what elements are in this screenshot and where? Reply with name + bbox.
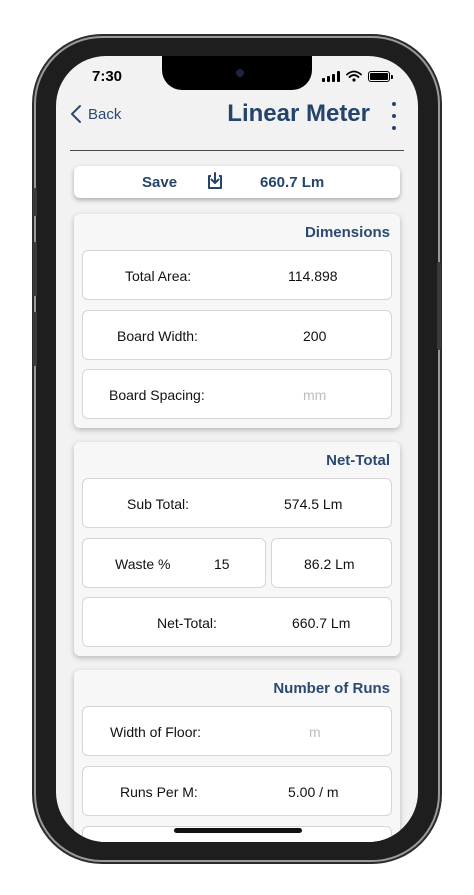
sub-total-field[interactable]: Sub Total: 574.5 Lm	[82, 478, 392, 528]
battery-icon	[368, 70, 393, 82]
camera-dot	[236, 69, 244, 77]
total-area-value: 114.898	[288, 268, 338, 284]
back-label: Back	[88, 105, 122, 123]
silent-switch	[33, 188, 37, 216]
save-button[interactable]: Save 660.7 Lm	[74, 166, 400, 198]
board-width-field[interactable]: Board Width: 200	[82, 310, 392, 360]
board-spacing-placeholder: mm	[303, 387, 327, 403]
nav-bar: Back Linear Meter	[56, 94, 418, 150]
net-total-field: Net-Total: 660.7 Lm	[82, 597, 392, 647]
chevron-left-icon	[71, 105, 81, 123]
header-divider	[70, 150, 404, 151]
volume-up-button	[33, 242, 37, 296]
power-button	[437, 262, 441, 350]
waste-percent-label: Waste %	[115, 556, 171, 572]
board-width-value: 200	[303, 328, 327, 344]
app-screen: 7:30 Back Linear Meter Save 660.7 Lm Dim…	[56, 56, 418, 842]
more-vertical-icon[interactable]	[390, 102, 398, 130]
width-of-floor-placeholder: m	[309, 724, 321, 740]
page-title: Linear Meter	[227, 100, 370, 127]
back-button[interactable]: Back	[70, 104, 121, 124]
save-total-value: 660.7 Lm	[260, 174, 325, 191]
runs-per-m-field: Runs Per M: 5.00 / m	[82, 766, 392, 816]
download-icon	[208, 172, 222, 189]
waste-percent-field[interactable]: Waste % 15	[82, 538, 266, 588]
total-area-field[interactable]: Total Area: 114.898	[82, 250, 392, 300]
net-total-title: Net-Total	[326, 452, 390, 469]
board-width-label: Board Width:	[117, 328, 198, 344]
net-total-value: 660.7 Lm	[292, 615, 351, 631]
waste-amount-value: 86.2 Lm	[304, 556, 355, 572]
save-label: Save	[142, 174, 178, 191]
width-of-floor-field[interactable]: Width of Floor: m	[82, 706, 392, 756]
signal-icon	[322, 70, 340, 82]
waste-percent-value: 15	[214, 556, 230, 572]
sub-total-label: Sub Total:	[127, 496, 190, 512]
runs-per-m-label: Runs Per M:	[120, 784, 198, 800]
width-of-floor-label: Width of Floor:	[110, 724, 202, 740]
net-total-label: Net-Total:	[157, 615, 217, 631]
runs-card: Number of Runs Width of Floor: m Runs Pe…	[74, 670, 400, 842]
board-spacing-label: Board Spacing:	[109, 387, 205, 403]
status-time: 7:30	[92, 68, 123, 85]
sub-total-value: 574.5 Lm	[284, 496, 343, 512]
home-indicator[interactable]	[174, 828, 302, 833]
volume-down-button	[33, 312, 37, 366]
board-spacing-field[interactable]: Board Spacing: mm	[82, 369, 392, 419]
runs-title: Number of Runs	[273, 680, 390, 697]
runs-per-m-value: 5.00 / m	[288, 784, 339, 800]
status-icons	[322, 70, 393, 82]
wifi-icon	[346, 70, 362, 82]
dimensions-title: Dimensions	[304, 224, 390, 241]
waste-amount-field: 86.2 Lm	[271, 538, 392, 588]
net-total-card: Net-Total Sub Total: 574.5 Lm Waste % 15…	[74, 442, 400, 656]
dimensions-card: Dimensions Total Area: 114.898 Board Wid…	[74, 214, 400, 428]
total-area-label: Total Area:	[125, 268, 192, 284]
